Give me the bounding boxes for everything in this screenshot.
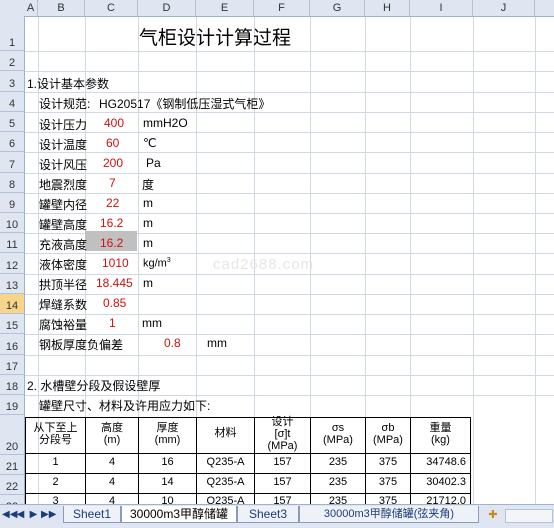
dome-radius-unit: m (143, 276, 153, 290)
row-header-bar: 1 2 3 4 5 6 7 8 9 10 11 12 13 14 15 16 1… (0, 16, 25, 504)
wall-height-value[interactable]: 16.2 (100, 216, 123, 230)
table-header-yield-strength: σs (MPa) (323, 422, 353, 446)
wall-segment-table: 从下至上 分段号 高度 (m) 厚度 (mm) 材料 设计 [σ]t (MPa) σs (M… (25, 416, 471, 504)
spreadsheet-grid[interactable]: A B C D E F G H I J 1 2 3 4 5 6 7 8 9 10… (0, 0, 554, 504)
section-2-heading: 2. 水槽壁分段及假设壁厚 (27, 379, 161, 393)
insert-sheet-icon[interactable]: ✚ (485, 508, 501, 522)
plate-tolerance-unit: mm (207, 336, 227, 350)
diameter-value[interactable]: 22 (106, 196, 119, 210)
last-sheet-nav-icon[interactable]: ▶▶ (41, 509, 56, 520)
wind-value[interactable]: 200 (103, 156, 123, 170)
horizontal-scrollbar[interactable] (505, 509, 553, 523)
row-header[interactable]: 4 (0, 92, 24, 112)
row-header[interactable]: 23 (0, 495, 24, 504)
wind-unit: Pa (146, 156, 161, 170)
first-sheet-nav-icon[interactable]: ◀◀ (2, 509, 17, 520)
table-header-tensile-strength: σb (MPa) (373, 422, 403, 446)
row-header[interactable]: 15 (0, 314, 24, 334)
row-header[interactable]: 20 (0, 415, 24, 455)
sheet-title: 气柜设计计算过程 (139, 28, 292, 49)
diameter-unit: m (143, 196, 153, 210)
row-header[interactable]: 9 (0, 193, 24, 213)
wind-label: 设计风压 (39, 158, 88, 172)
table-header-segment: 从下至上 分段号 (33, 422, 78, 446)
corrosion-unit: mm (142, 316, 162, 330)
tab-sheet1[interactable]: Sheet1 (63, 506, 121, 523)
earthquake-label: 地震烈度 (39, 178, 88, 192)
next-sheet-nav-icon[interactable]: ▶ (28, 509, 39, 520)
prev-sheet-nav-icon[interactable]: ◀ (15, 509, 26, 520)
density-label: 液体密度 (39, 258, 88, 272)
row-header[interactable]: 8 (0, 173, 24, 193)
sheet-tab-bar: ◀◀ ◀ ▶ ▶▶ Sheet1 30000m3甲醇储罐 Sheet3 3000… (0, 504, 554, 528)
column-header-b[interactable]: B (38, 0, 85, 16)
fill-height-label: 充液高度 (39, 238, 88, 252)
density-unit: kg/m3 (143, 257, 171, 270)
column-header-g[interactable]: G (310, 0, 365, 16)
section-1-heading: 1.设计基本参数 (27, 77, 110, 91)
density-value[interactable]: 1010 (102, 256, 129, 270)
plate-tolerance-value[interactable]: 0.8 (164, 336, 181, 350)
row-header[interactable]: 10 (0, 213, 24, 233)
earthquake-value[interactable]: 7 (109, 176, 116, 190)
row-header[interactable]: 18 (0, 375, 24, 395)
spec-label: 设计规范: (39, 97, 91, 111)
table-header-weight: 重量 (kg) (429, 422, 452, 446)
fill-height-value[interactable]: 16.2 (100, 236, 123, 250)
tab-30000m3-methanol-tank[interactable]: 30000m3甲醇储罐 (121, 506, 237, 523)
earthquake-unit: 度 (142, 178, 155, 192)
row-header[interactable]: 1 (0, 16, 24, 51)
fill-height-unit: m (143, 236, 153, 250)
temperature-label: 设计温度 (39, 138, 88, 152)
watermark: cad2688.com (213, 256, 315, 273)
section-2-subheading: 罐壁尺寸、材料及许用应力如下: (39, 399, 211, 413)
table-header-height: 高度 (m) (101, 422, 123, 446)
row-header[interactable]: 11 (0, 233, 24, 253)
column-header-c[interactable]: C (85, 0, 138, 16)
pressure-label: 设计压力 (39, 118, 88, 132)
corrosion-label: 腐蚀裕量 (39, 318, 88, 332)
dome-radius-value[interactable]: 18.445 (96, 276, 133, 290)
column-header-i[interactable]: I (410, 0, 473, 16)
row-header[interactable]: 3 (0, 71, 24, 92)
temperature-value[interactable]: 60 (106, 136, 119, 150)
pressure-value[interactable]: 400 (104, 116, 124, 130)
row-header[interactable]: 5 (0, 112, 24, 132)
wall-height-unit: m (143, 216, 153, 230)
spec-value: HG20517《钢制低压湿式气柜》 (99, 97, 271, 111)
tab-sheet3[interactable]: Sheet3 (237, 506, 299, 523)
tab-30000m3-methanol-tank-chord-angle[interactable]: 30000m3甲醇储罐(弦夹角) (299, 506, 479, 523)
pressure-unit: mmH2O (143, 116, 188, 130)
row-header[interactable]: 12 (0, 253, 24, 274)
row-header[interactable]: 17 (0, 355, 24, 375)
column-header-bar: A B C D E F G H I J (0, 0, 554, 17)
row-header-selected[interactable]: 14 (0, 294, 24, 314)
column-header-f[interactable]: F (254, 0, 310, 16)
column-header-j[interactable]: J (473, 0, 535, 16)
row-header[interactable]: 19 (0, 395, 24, 415)
plate-tolerance-label: 钢板厚度负偏差 (39, 338, 124, 352)
row-header[interactable]: 2 (0, 51, 24, 71)
corrosion-value[interactable]: 1 (109, 316, 116, 330)
column-header-a[interactable]: A (24, 0, 38, 16)
column-header-h[interactable]: H (365, 0, 410, 16)
table-header-material: 材料 (214, 427, 237, 439)
row-header[interactable]: 21 (0, 455, 24, 475)
weld-factor-label: 焊缝系数 (39, 298, 88, 312)
row-header[interactable]: 16 (0, 334, 24, 355)
table-header-allowable-stress: 设计 [σ]t (MPa) (267, 416, 298, 452)
row-header[interactable]: 13 (0, 274, 24, 294)
dome-radius-label: 拱顶半径 (39, 278, 88, 292)
row-header[interactable]: 7 (0, 152, 24, 173)
table-header-thickness: 厚度 (mm) (154, 422, 181, 446)
column-header-e[interactable]: E (196, 0, 254, 16)
weld-factor-value[interactable]: 0.85 (103, 296, 126, 310)
row-header[interactable]: 6 (0, 132, 24, 152)
wall-height-label: 罐壁高度 (39, 218, 88, 232)
temperature-unit: ℃ (143, 136, 157, 150)
column-header-d[interactable]: D (138, 0, 196, 16)
row-header[interactable]: 22 (0, 475, 24, 495)
diameter-label: 罐壁内径 (39, 198, 88, 212)
